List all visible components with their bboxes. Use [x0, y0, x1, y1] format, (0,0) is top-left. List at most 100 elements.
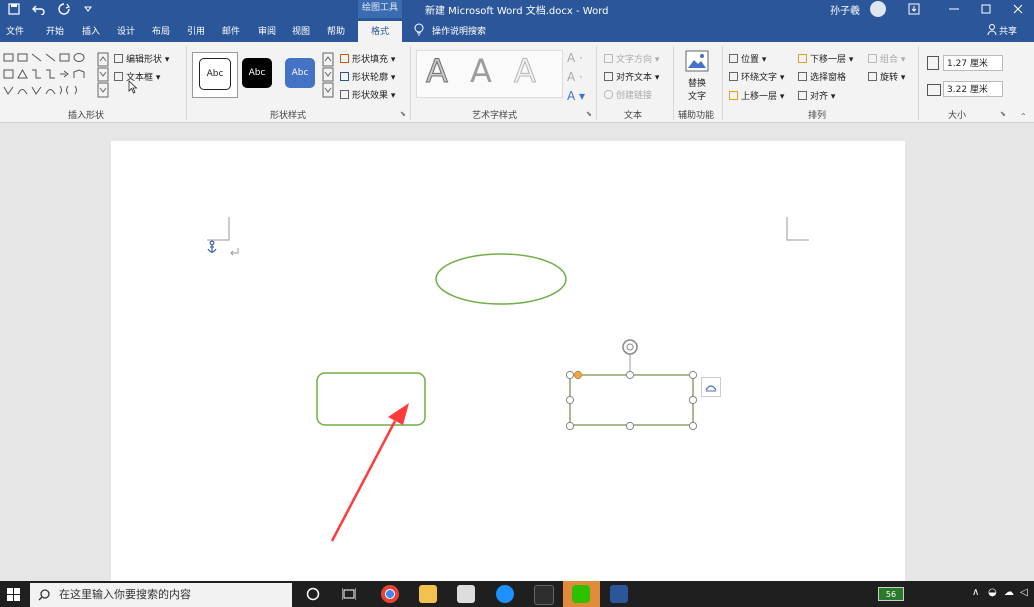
task-view-icon[interactable] — [342, 587, 356, 601]
resize-handles — [565, 370, 698, 431]
align-text-icon — [604, 72, 613, 81]
tab-layout[interactable]: 布局 — [152, 24, 170, 37]
ribbon-display-icon[interactable] — [908, 3, 920, 15]
size-group-label: 大小 — [948, 111, 967, 121]
selection-pane-button[interactable]: 选择窗格 — [798, 70, 846, 83]
tab-mailings[interactable]: 邮件 — [222, 24, 240, 37]
group-divider — [410, 46, 411, 120]
redo-icon[interactable] — [58, 3, 70, 15]
taskbar-search-box[interactable]: 在这里输入你要搜索的内容 — [30, 583, 292, 607]
send-backward-button[interactable]: 下移一层 ▾ — [798, 52, 853, 65]
align-button[interactable]: 对齐 ▾ — [798, 89, 835, 102]
tab-home[interactable]: 开始 — [46, 24, 64, 37]
minimize-icon[interactable] — [948, 3, 960, 15]
tab-design[interactable]: 设计 — [117, 24, 135, 37]
tell-me-search[interactable]: 操作说明搜索 — [432, 24, 486, 37]
media-app-icon[interactable] — [534, 585, 554, 605]
shape-style-swatch-black[interactable]: Abc — [242, 58, 272, 88]
shapes-scroll-icon[interactable] — [97, 52, 109, 100]
shape-fill-button[interactable]: 形状填充 ▾ — [340, 52, 395, 65]
clock-app-icon[interactable] — [496, 585, 514, 603]
tab-references[interactable]: 引用 — [187, 24, 205, 37]
layout-options-button[interactable] — [701, 377, 721, 397]
tab-help[interactable]: 帮助 — [327, 24, 345, 37]
edit-shape-button[interactable]: 编辑形状 ▾ — [114, 52, 169, 65]
group-divider — [722, 46, 723, 120]
undo-icon[interactable] — [32, 3, 46, 15]
rotate-button[interactable]: 旋转 ▾ — [868, 70, 905, 83]
edit-shape-icon — [114, 54, 123, 63]
shape-height-icon — [927, 56, 939, 70]
position-button[interactable]: 位置 ▾ — [729, 52, 766, 65]
shape-style-swatch-white[interactable]: Abc — [199, 58, 231, 90]
group-divider — [673, 46, 674, 120]
shape-styles-scroll-icon[interactable] — [322, 52, 334, 100]
cloud-icon[interactable]: ☁ — [1004, 587, 1014, 598]
shape-height-input[interactable]: 1.27 厘米 — [943, 55, 1003, 71]
shape-width-input[interactable]: 3.22 厘米 — [943, 81, 1003, 97]
group-divider — [186, 46, 187, 120]
align-text-button[interactable]: 对齐文本 ▾ — [604, 70, 659, 83]
network-icon[interactable]: ◒ — [988, 587, 997, 598]
alt-text-label-1[interactable]: 替换 — [688, 76, 706, 89]
tab-insert[interactable]: 插入 — [82, 24, 100, 37]
ellipse-shape — [435, 253, 567, 305]
shape-style-swatch-blue[interactable]: Abc — [285, 58, 315, 88]
mouse-cursor-icon — [128, 80, 138, 94]
shape-effects-icon — [340, 90, 349, 99]
restore-icon[interactable] — [980, 3, 992, 15]
dialog-launcher-icon[interactable]: ⬊ — [400, 110, 406, 118]
tray-chevron-icon[interactable]: ∧ — [972, 587, 979, 598]
wordart-styles-group-label: 艺术字样式 — [472, 111, 518, 121]
mail-icon[interactable] — [457, 585, 475, 603]
wechat-icon — [572, 585, 590, 603]
volume-icon[interactable]: ◁ — [1020, 587, 1028, 598]
save-icon[interactable] — [8, 3, 20, 15]
wrap-text-button[interactable]: 环绕文字 ▾ — [729, 70, 784, 83]
collapse-ribbon-icon[interactable]: ⌃ — [1020, 112, 1027, 121]
chrome-icon[interactable] — [381, 585, 399, 603]
tab-view[interactable]: 视图 — [292, 24, 310, 37]
windows-start-icon[interactable] — [7, 588, 20, 601]
document-page[interactable] — [111, 141, 905, 581]
file-explorer-icon[interactable] — [419, 585, 437, 603]
tab-file[interactable]: 文件 — [6, 24, 24, 37]
resize-handle — [625, 421, 635, 431]
send-backward-icon — [798, 54, 807, 63]
taskbar: 在这里输入你要搜索的内容 56 ∧ ◒ ☁ ◁ — [0, 581, 1034, 607]
cortana-icon[interactable] — [306, 587, 320, 601]
dialog-launcher-icon[interactable]: ⬊ — [586, 110, 592, 118]
accessibility-group-label: 辅助功能 — [678, 111, 715, 121]
selection-pane-icon — [798, 72, 807, 81]
customize-icon[interactable] — [84, 5, 92, 13]
word-icon[interactable] — [610, 585, 628, 603]
context-group-label: 绘图工具 — [358, 0, 402, 18]
avatar[interactable] — [870, 1, 886, 17]
battery-indicator[interactable]: 56 — [878, 587, 904, 601]
shape-effects-button[interactable]: 形状效果 ▾ — [340, 88, 395, 101]
wordart-style-3[interactable]: A — [510, 54, 540, 89]
share-button[interactable]: 共享 — [999, 24, 1017, 37]
close-icon[interactable] — [1012, 3, 1024, 15]
resize-handle — [565, 395, 575, 405]
anchor-icon — [207, 240, 217, 253]
user-name[interactable]: 孙子羲 — [830, 2, 860, 17]
shape-outline-button[interactable]: 形状轮廓 ▾ — [340, 70, 395, 83]
alt-text-icon[interactable] — [685, 50, 709, 72]
tab-review[interactable]: 审阅 — [258, 24, 276, 37]
dialog-launcher-icon[interactable]: ⬊ — [1000, 110, 1006, 118]
wechat-active-tile[interactable] — [563, 581, 600, 607]
tab-format[interactable]: 格式 — [358, 21, 402, 42]
alt-text-label-2[interactable]: 文字 — [688, 89, 706, 102]
wrap-text-icon — [729, 72, 738, 81]
ribbon-tabs: 文件 开始 插入 设计 布局 引用 邮件 审阅 视图 帮助 操作说明搜索 共享 — [0, 18, 1034, 42]
wordart-style-1[interactable]: A — [422, 54, 452, 89]
shapes-gallery[interactable] — [2, 52, 97, 100]
wordart-style-2[interactable]: A — [466, 54, 496, 88]
paragraph-mark-icon — [230, 248, 239, 256]
paint-bucket-icon — [340, 54, 349, 63]
bring-forward-button[interactable]: 上移一层 ▾ — [729, 89, 784, 102]
group-divider — [918, 46, 919, 120]
text-effects-icon[interactable]: A ▾ — [567, 89, 585, 103]
resize-handle — [565, 370, 575, 380]
